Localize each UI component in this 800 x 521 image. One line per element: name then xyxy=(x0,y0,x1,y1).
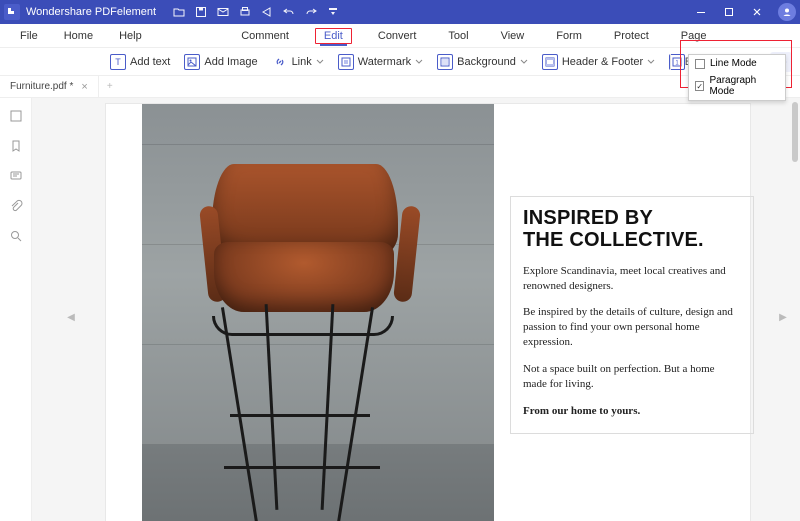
close-icon[interactable] xyxy=(750,5,764,19)
tool-label: Link xyxy=(292,56,312,68)
tab-label: Furniture.pdf * xyxy=(10,81,73,92)
tabstrip: Furniture.pdf * × + xyxy=(0,76,800,98)
heading-line: INSPIRED BY xyxy=(523,207,653,229)
option-line-mode[interactable]: Line Mode xyxy=(689,55,785,72)
page-image xyxy=(142,104,494,521)
dropdown-icon[interactable] xyxy=(326,5,340,19)
image-icon xyxy=(184,54,200,70)
tool-watermark[interactable]: Watermark xyxy=(338,54,423,70)
paragraph: Not a space built on perfection. But a h… xyxy=(523,362,741,392)
tool-label: Watermark xyxy=(358,56,411,68)
menu-page[interactable]: Page xyxy=(675,28,713,44)
app-logo xyxy=(4,4,20,20)
heading-line: THE COLLECTIVE. xyxy=(523,229,704,251)
share-icon[interactable] xyxy=(260,5,274,19)
annotations-icon[interactable] xyxy=(8,168,24,184)
add-tab-button[interactable]: + xyxy=(99,81,121,92)
workspace: ◀ ▶ INSPIRED BY xyxy=(0,98,800,521)
attachments-icon[interactable] xyxy=(8,198,24,214)
maximize-icon[interactable] xyxy=(722,5,736,19)
menu-convert[interactable]: Convert xyxy=(372,28,423,44)
print-icon[interactable] xyxy=(238,5,252,19)
open-icon[interactable] xyxy=(172,5,186,19)
undo-icon[interactable] xyxy=(282,5,296,19)
edit-mode-popup: Line Mode Paragraph Mode xyxy=(688,54,786,101)
heading: INSPIRED BY THE COLLECTIVE. xyxy=(523,207,741,252)
checkbox-checked xyxy=(695,81,704,91)
option-paragraph-mode[interactable]: Paragraph Mode xyxy=(689,72,785,100)
menu-form[interactable]: Form xyxy=(550,28,588,44)
quick-access xyxy=(172,5,340,19)
chair-illustration xyxy=(184,146,444,506)
menu-comment[interactable]: Comment xyxy=(235,28,295,44)
menu-file[interactable]: File xyxy=(14,28,44,44)
paragraph: Explore Scandinavia, meet local creative… xyxy=(523,264,741,294)
chevron-down-icon xyxy=(415,58,423,66)
email-icon[interactable] xyxy=(216,5,230,19)
toolbar: T Add text Add Image Link Watermark Back… xyxy=(0,48,800,76)
minimize-icon[interactable] xyxy=(694,5,708,19)
option-label: Paragraph Mode xyxy=(709,75,779,97)
tool-add-text[interactable]: T Add text xyxy=(110,54,170,70)
titlebar: Wondershare PDFelement xyxy=(0,0,800,24)
tool-label: Add Image xyxy=(204,56,257,68)
watermark-icon xyxy=(338,54,354,70)
pdf-page[interactable]: INSPIRED BY THE COLLECTIVE. Explore Scan… xyxy=(106,104,750,521)
canvas[interactable]: ◀ ▶ INSPIRED BY xyxy=(32,98,800,521)
side-panel xyxy=(0,98,32,521)
link-icon xyxy=(272,54,288,70)
option-label: Line Mode xyxy=(710,58,757,69)
chevron-down-icon xyxy=(647,58,655,66)
save-icon[interactable] xyxy=(194,5,208,19)
search-icon[interactable] xyxy=(8,228,24,244)
window-controls xyxy=(694,5,764,19)
menu-edit[interactable]: Edit xyxy=(315,28,352,44)
paragraph: Be inspired by the details of culture, d… xyxy=(523,305,741,350)
app-title: Wondershare PDFelement xyxy=(26,6,156,18)
prev-page-icon[interactable]: ◀ xyxy=(66,310,76,326)
chevron-down-icon xyxy=(316,58,324,66)
next-page-icon[interactable]: ▶ xyxy=(778,310,788,326)
vertical-scrollbar[interactable] xyxy=(792,102,798,162)
document-tab[interactable]: Furniture.pdf * × xyxy=(0,76,99,97)
tool-label: Header & Footer xyxy=(562,56,643,68)
text-icon: T xyxy=(110,54,126,70)
tool-label: Background xyxy=(457,56,516,68)
tab-close-icon[interactable]: × xyxy=(81,81,87,93)
tool-header-footer[interactable]: Header & Footer xyxy=(542,54,655,70)
menu-protect[interactable]: Protect xyxy=(608,28,655,44)
redo-icon[interactable] xyxy=(304,5,318,19)
menu-home[interactable]: Home xyxy=(58,28,99,44)
menubar: File Home Help Comment Edit Convert Tool… xyxy=(0,24,800,48)
header-footer-icon xyxy=(542,54,558,70)
tool-link[interactable]: Link xyxy=(272,54,324,70)
thumbnails-icon[interactable] xyxy=(8,108,24,124)
chevron-down-icon xyxy=(520,58,528,66)
tool-background[interactable]: Background xyxy=(437,54,528,70)
menu-help[interactable]: Help xyxy=(113,28,148,44)
bookmark-icon[interactable] xyxy=(8,138,24,154)
menu-view[interactable]: View xyxy=(495,28,531,44)
page-text-block[interactable]: INSPIRED BY THE COLLECTIVE. Explore Scan… xyxy=(510,196,754,434)
user-avatar[interactable] xyxy=(778,3,796,21)
background-icon xyxy=(437,54,453,70)
menu-tool[interactable]: Tool xyxy=(442,28,474,44)
paragraph: From our home to yours. xyxy=(523,404,741,419)
tool-label: Add text xyxy=(130,56,170,68)
checkbox-unchecked xyxy=(695,59,705,69)
tool-add-image[interactable]: Add Image xyxy=(184,54,257,70)
